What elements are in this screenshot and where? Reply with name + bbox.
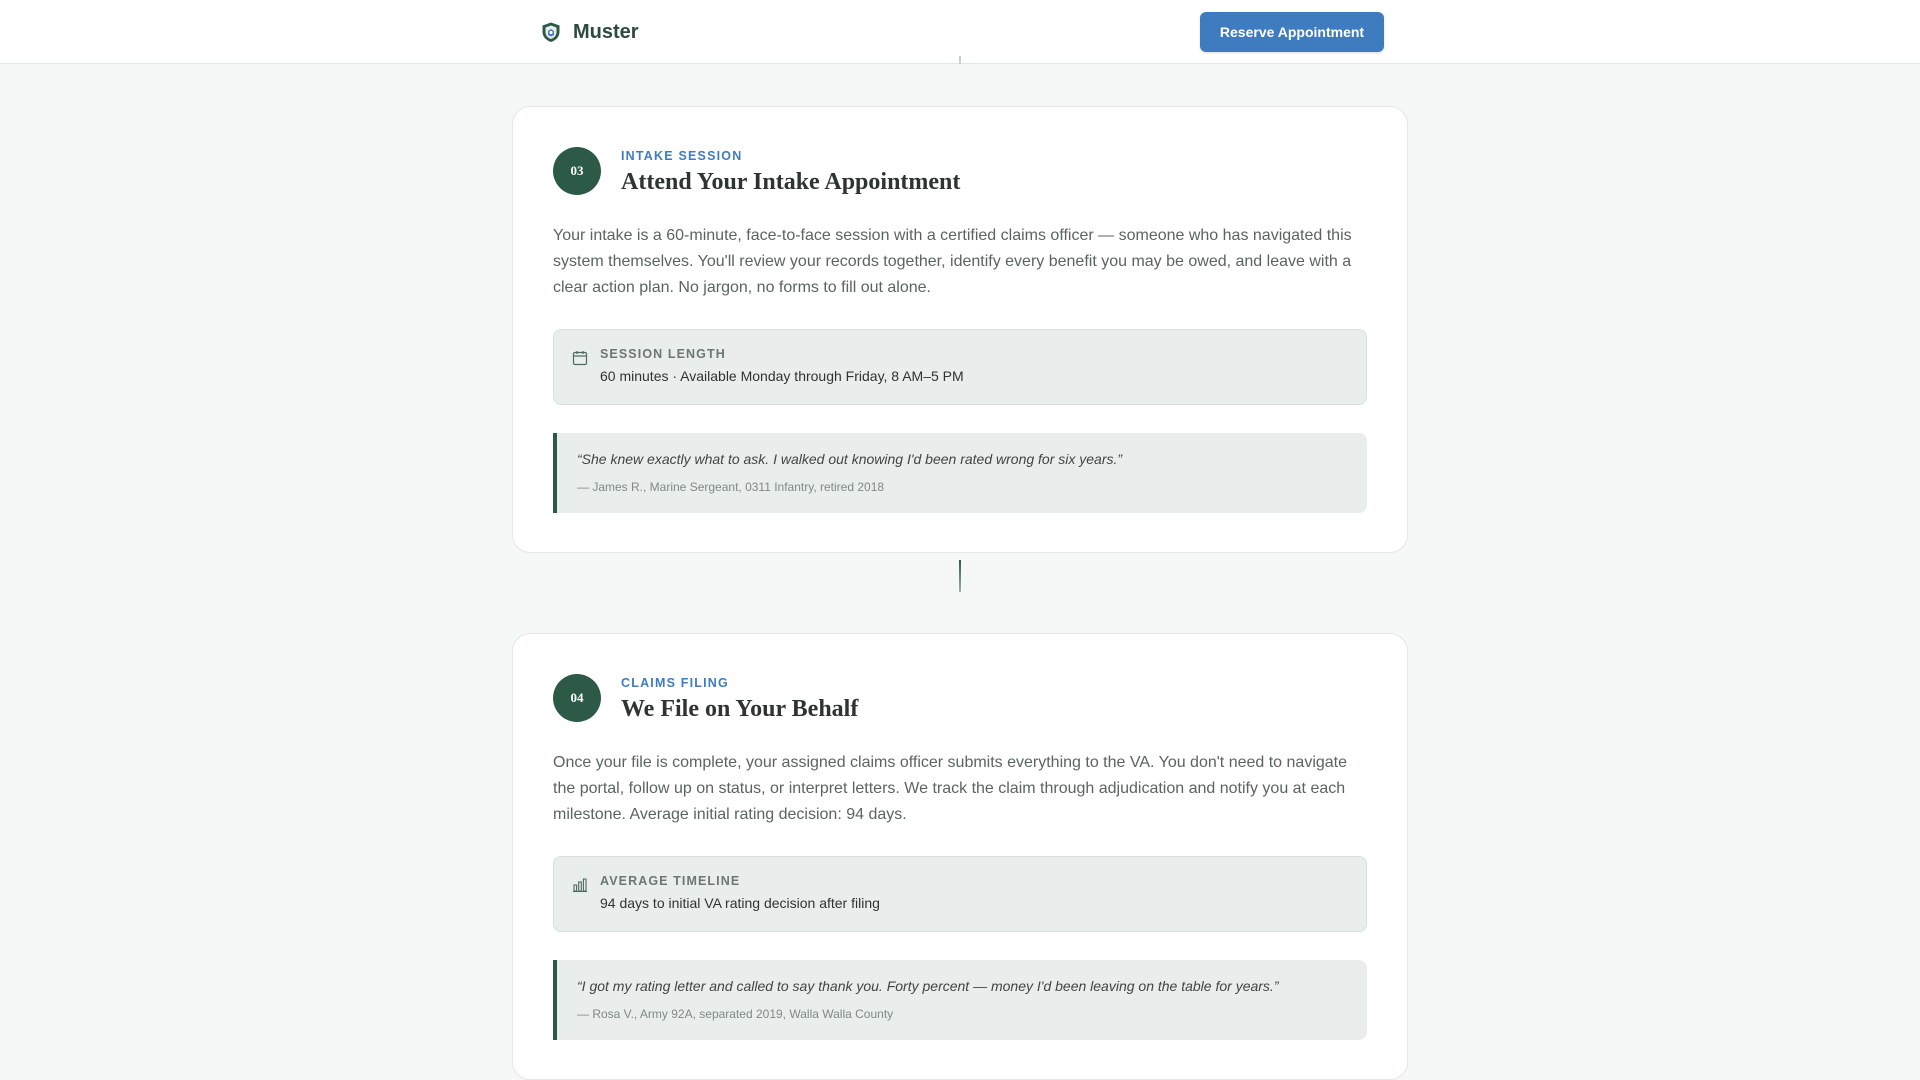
info-label: AVERAGE TIMELINE bbox=[600, 874, 741, 888]
step-description: Once your file is complete, your assigne… bbox=[553, 754, 1348, 823]
step-number-badge: 03 bbox=[553, 147, 601, 195]
timeline-connector-top bbox=[959, 56, 961, 64]
info-value: 94 days to initial VA rating decision af… bbox=[600, 895, 880, 911]
quote-text: “She knew exactly what to ask. I walked … bbox=[577, 451, 1123, 467]
step-card-claims-filing: 04 CLAIMS FILING We File on Your Behalf … bbox=[512, 633, 1408, 1080]
step-eyebrow: INTAKE SESSION bbox=[621, 149, 743, 163]
session-length-info: SESSION LENGTH 60 minutes · Available Mo… bbox=[553, 329, 1367, 405]
info-label: SESSION LENGTH bbox=[600, 347, 726, 361]
brand-logo-link[interactable]: Muster bbox=[540, 20, 639, 44]
average-timeline-info: AVERAGE TIMELINE 94 days to initial VA r… bbox=[553, 856, 1367, 932]
site-header: Muster Reserve Appointment bbox=[0, 0, 1920, 64]
brand-name: Muster bbox=[573, 20, 639, 43]
quote-attribution: — Rosa V., Army 92A, separated 2019, Wal… bbox=[577, 1007, 894, 1021]
step-title: We File on Your Behalf bbox=[621, 696, 859, 722]
info-value: 60 minutes · Available Monday through Fr… bbox=[600, 368, 964, 384]
step-description: Your intake is a 60-minute, face-to-face… bbox=[553, 227, 1352, 296]
timeline-connector bbox=[959, 560, 961, 592]
quote-attribution: — James R., Marine Sergeant, 0311 Infant… bbox=[577, 480, 885, 494]
shield-icon bbox=[542, 22, 560, 42]
step-title: Attend Your Intake Appointment bbox=[621, 169, 961, 195]
quote-text: “I got my rating letter and called to sa… bbox=[577, 978, 1279, 994]
calendar-icon bbox=[572, 351, 588, 366]
testimonial-quote: “She knew exactly what to ask. I walked … bbox=[553, 433, 1367, 513]
bar-chart-icon bbox=[573, 878, 587, 893]
reserve-appointment-button[interactable]: Reserve Appointment bbox=[1200, 12, 1384, 52]
step-number-badge: 04 bbox=[553, 674, 601, 722]
step-eyebrow: CLAIMS FILING bbox=[621, 676, 729, 690]
step-card-intake: 03 INTAKE SESSION Attend Your Intake App… bbox=[512, 106, 1408, 553]
testimonial-quote: “I got my rating letter and called to sa… bbox=[553, 960, 1367, 1040]
